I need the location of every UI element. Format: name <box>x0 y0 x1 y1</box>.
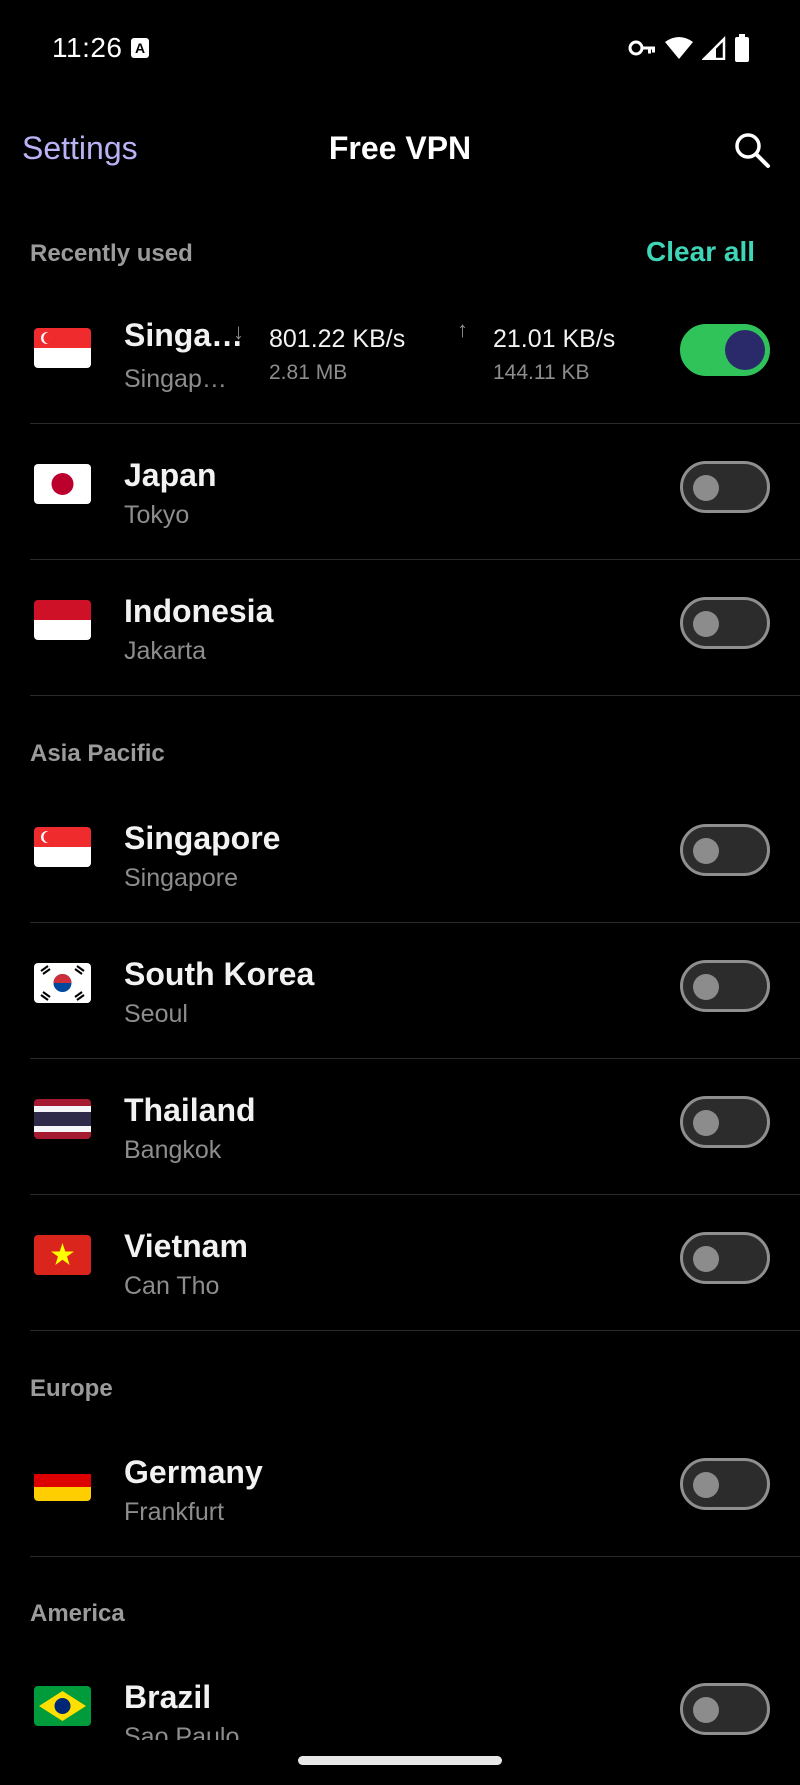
server-name: Japan <box>124 457 217 493</box>
connection-toggle[interactable] <box>680 1458 770 1510</box>
page-title: Free VPN <box>328 130 472 166</box>
server-name: Brazil <box>124 1679 212 1715</box>
thailand-flag-icon <box>34 1099 91 1139</box>
app-notification-icon: A <box>131 38 149 58</box>
battery-icon <box>735 34 749 62</box>
connection-toggle[interactable] <box>680 1232 770 1284</box>
server-city: Tokyo <box>124 501 190 529</box>
wifi-icon <box>665 37 693 59</box>
server-row-indonesia[interactable]: Indonesia Jakarta <box>30 559 800 696</box>
server-row-active[interactable]: Singa… Singap… ↓ 801.22 KB/s 2.81 MB ↑ 2… <box>30 287 800 424</box>
vpn-key-icon <box>628 40 655 56</box>
brazil-flag-icon <box>34 1686 91 1726</box>
section-recently-used: Recently used <box>30 240 193 267</box>
server-row-vietnam[interactable]: Vietnam Can Tho <box>30 1194 800 1331</box>
download-speed: 801.22 KB/s <box>269 325 406 353</box>
upload-speed: 21.01 KB/s <box>493 325 616 353</box>
home-indicator[interactable] <box>298 1756 502 1765</box>
south-korea-flag-icon <box>34 963 91 1003</box>
signal-icon <box>702 36 726 60</box>
server-name: Thailand <box>124 1092 256 1128</box>
clear-all-button[interactable]: Clear all <box>646 236 755 268</box>
server-row-south-korea[interactable]: South Korea Seoul <box>30 922 800 1059</box>
section-europe: Europe <box>30 1375 113 1402</box>
server-city: Seoul <box>124 1000 188 1028</box>
server-city: Can Tho <box>124 1272 220 1300</box>
server-row-singapore[interactable]: Singapore Singapore <box>30 786 800 923</box>
search-icon[interactable] <box>732 130 772 170</box>
connection-toggle[interactable] <box>680 461 770 513</box>
connection-toggle[interactable] <box>680 960 770 1012</box>
connection-toggle[interactable] <box>680 597 770 649</box>
connection-toggle[interactable] <box>680 324 770 376</box>
server-row-japan[interactable]: Japan Tokyo <box>30 423 800 560</box>
server-name: Singa… <box>124 317 244 353</box>
status-bar: 11:26 A <box>0 0 800 96</box>
server-name: South Korea <box>124 956 315 992</box>
singapore-flag-icon <box>34 328 91 368</box>
server-city: Singap… <box>124 365 227 393</box>
server-row-thailand[interactable]: Thailand Bangkok <box>30 1058 800 1195</box>
germany-flag-icon <box>34 1461 91 1501</box>
status-time: 11:26 <box>52 32 123 63</box>
upload-arrow-icon: ↑ <box>457 317 468 342</box>
server-city: Frankfurt <box>124 1498 225 1526</box>
indonesia-flag-icon <box>34 600 91 640</box>
connection-toggle[interactable] <box>680 824 770 876</box>
download-arrow-icon: ↓ <box>233 319 244 344</box>
connection-toggle[interactable] <box>680 1096 770 1148</box>
download-total: 2.81 MB <box>269 361 348 384</box>
section-america: America <box>30 1600 125 1627</box>
connection-toggle[interactable] <box>680 1683 770 1735</box>
japan-flag-icon <box>34 464 91 504</box>
server-city: Bangkok <box>124 1136 222 1164</box>
app-bar: Settings Free VPN <box>0 110 800 190</box>
server-row-germany[interactable]: Germany Frankfurt <box>30 1420 800 1557</box>
section-asia-pacific: Asia Pacific <box>30 740 165 767</box>
server-name: Germany <box>124 1454 263 1490</box>
server-name: Singapore <box>124 820 281 856</box>
server-name: Indonesia <box>124 593 274 629</box>
upload-total: 144.11 KB <box>493 361 590 384</box>
server-city: Jakarta <box>124 637 206 665</box>
server-name: Vietnam <box>124 1228 248 1264</box>
server-city: Singapore <box>124 864 238 892</box>
singapore-flag-icon <box>34 827 91 867</box>
status-icons <box>628 34 750 62</box>
vietnam-flag-icon <box>34 1235 91 1275</box>
